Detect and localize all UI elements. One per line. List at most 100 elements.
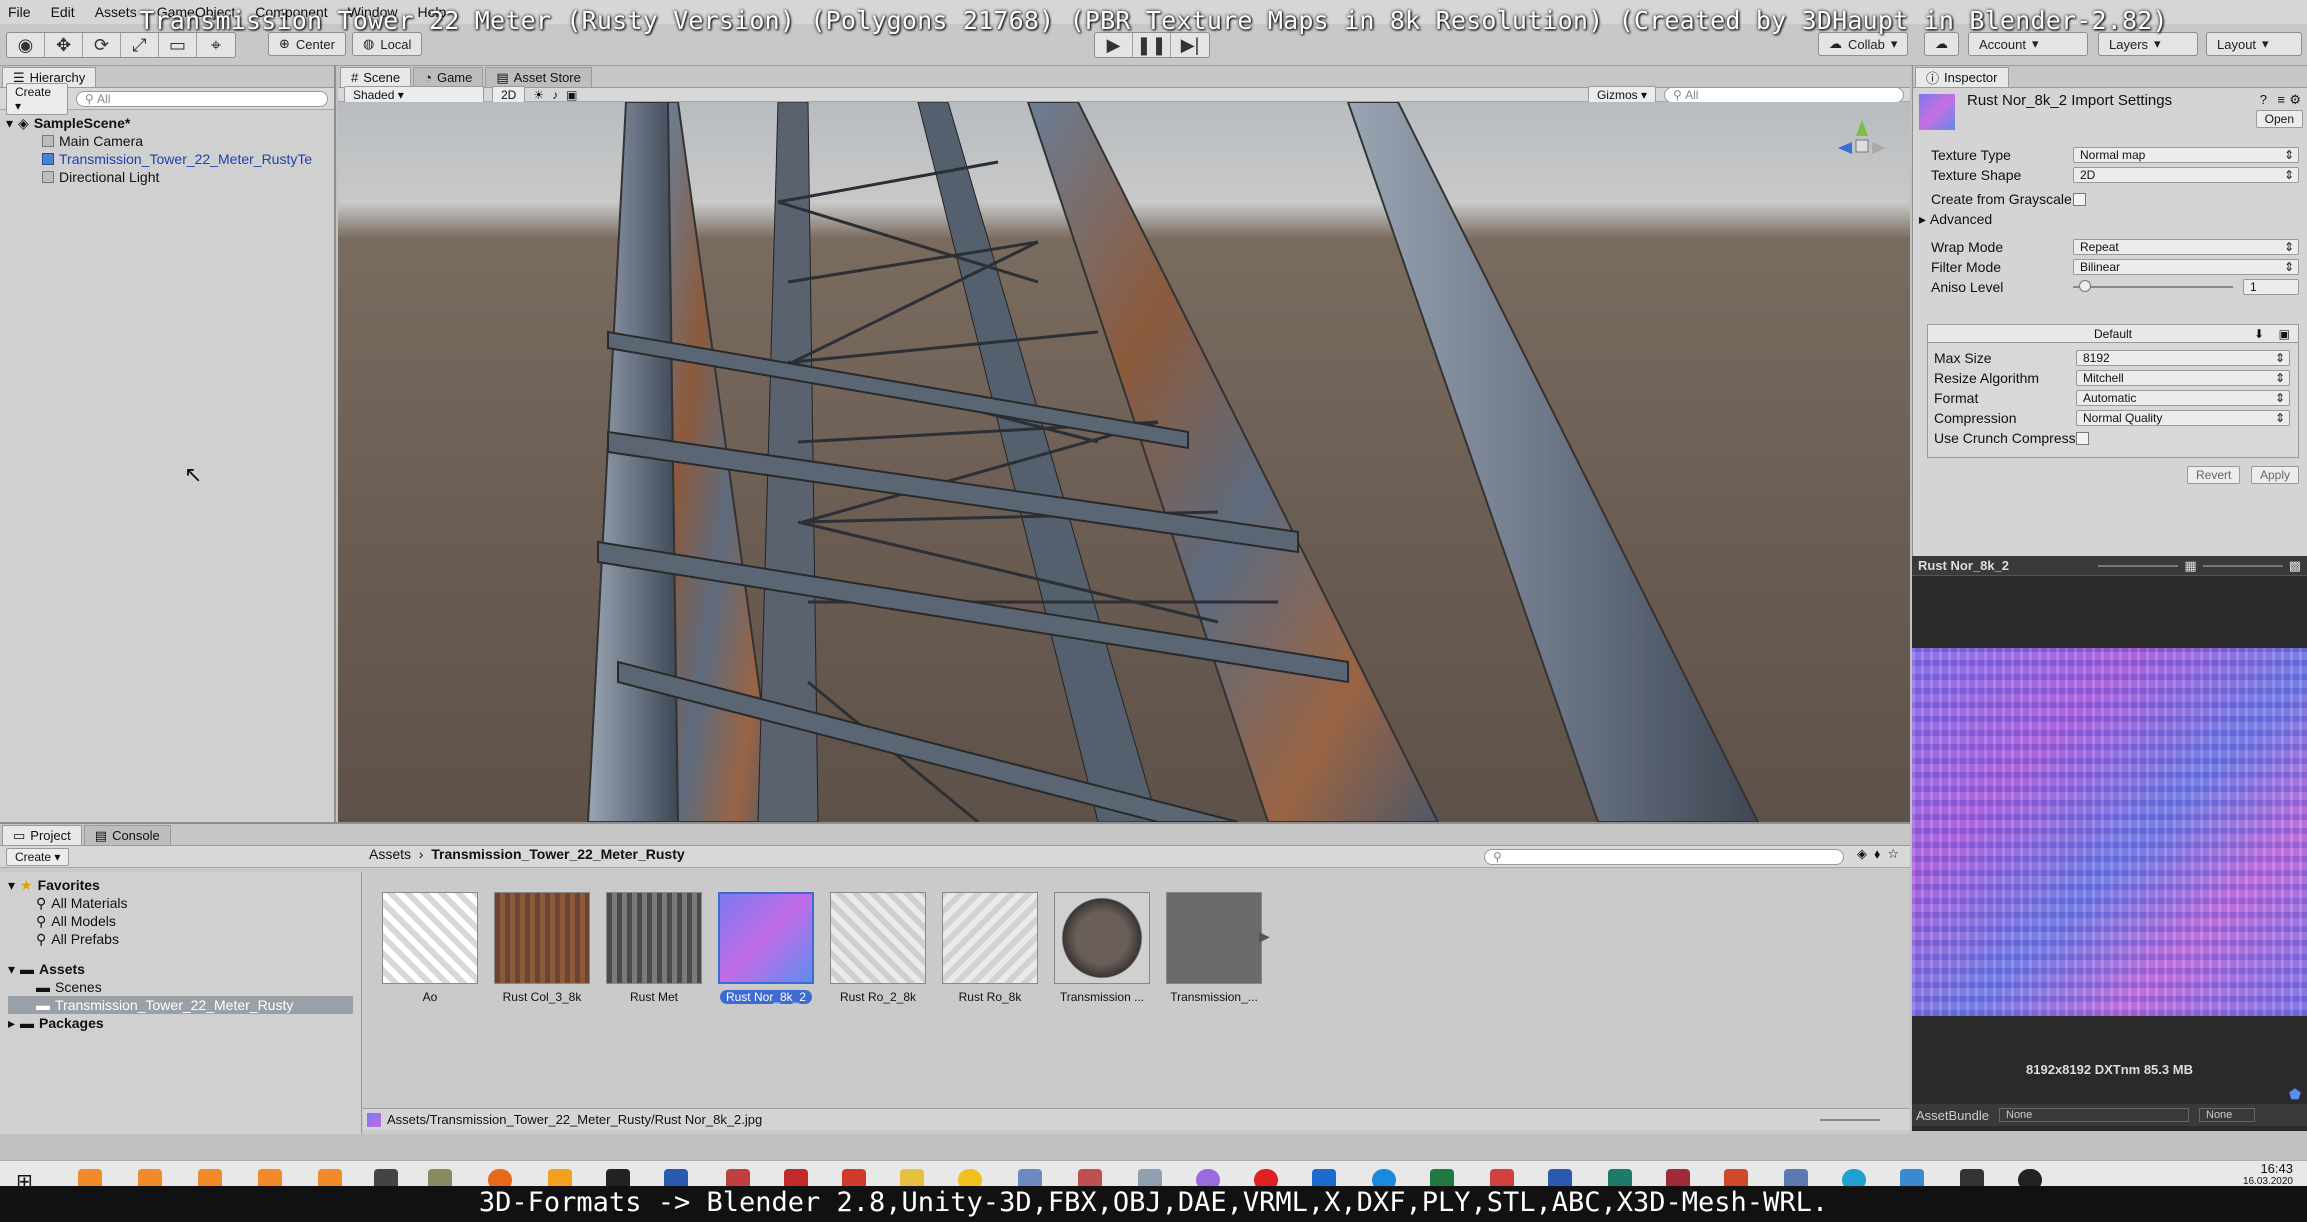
format-select[interactable]: Automatic ⇕ bbox=[2076, 390, 2290, 406]
revert-button[interactable]: Revert bbox=[2187, 466, 2241, 484]
shading-dropdown[interactable]: Shaded ▾ bbox=[344, 85, 484, 104]
hierarchy-item-tower[interactable]: Transmission_Tower_22_Meter_RustyTe bbox=[6, 150, 328, 168]
folder-transmission-tower[interactable]: ▬ Transmission_Tower_22_Meter_Rusty bbox=[8, 996, 353, 1014]
zoom-slider[interactable] bbox=[2202, 564, 2283, 567]
hierarchy-create-button[interactable]: Create ▾ bbox=[6, 82, 68, 115]
scale-tool-icon[interactable]: ⤢ bbox=[121, 33, 159, 57]
scene-root[interactable]: ▾ ◈ SampleScene* bbox=[6, 114, 328, 132]
move-tool-icon[interactable]: ✥ bbox=[45, 33, 83, 57]
layout-dropdown[interactable]: Layout ▾ bbox=[2206, 32, 2302, 56]
tab-game[interactable]: ◔ Game bbox=[413, 67, 484, 87]
rect-tool-icon[interactable]: ▭ bbox=[159, 33, 197, 57]
audio-icon[interactable]: ♪ bbox=[552, 88, 558, 102]
tab-scene[interactable]: # Scene bbox=[340, 67, 412, 87]
compression-select[interactable]: Normal Quality ⇕ bbox=[2076, 410, 2290, 426]
variant-select[interactable]: None bbox=[2199, 1108, 2255, 1122]
open-button[interactable]: Open bbox=[2255, 110, 2303, 128]
favorite-all-models[interactable]: ⚲ All Models bbox=[8, 912, 353, 930]
asset-item[interactable]: Rust Ro_2_8k bbox=[823, 892, 933, 1004]
grayscale-checkbox[interactable] bbox=[2073, 192, 2086, 206]
asset-item[interactable]: Ao bbox=[375, 892, 485, 1004]
advanced-foldout[interactable]: ▸ Advanced bbox=[1919, 210, 2299, 228]
layers-dropdown[interactable]: Layers ▾ bbox=[2098, 32, 2198, 56]
expand-prefab-icon[interactable]: ▶ bbox=[1259, 928, 1270, 945]
image-icon[interactable]: ▣ bbox=[566, 88, 577, 102]
chevron-updown-icon: ⇕ bbox=[2283, 260, 2294, 274]
packages-folder[interactable]: ▸ ▬ Packages bbox=[8, 1014, 353, 1032]
texture-type-select[interactable]: Normal map ⇕ bbox=[2073, 147, 2299, 163]
preset-icon[interactable]: ≡ bbox=[2277, 92, 2285, 107]
aniso-slider[interactable] bbox=[2073, 280, 2233, 292]
asset-item[interactable]: Rust Met bbox=[599, 892, 709, 1004]
asset-item[interactable]: Rust Col_3_8k bbox=[487, 892, 597, 1004]
favorite-all-prefabs[interactable]: ⚲ All Prefabs bbox=[8, 930, 353, 948]
crunch-checkbox[interactable] bbox=[2076, 431, 2089, 445]
light-icon[interactable]: ☀ bbox=[533, 88, 544, 102]
slider-handle[interactable] bbox=[2079, 280, 2091, 292]
tab-project[interactable]: ▭ Project bbox=[2, 825, 82, 845]
account-dropdown[interactable]: Account ▾ bbox=[1968, 32, 2088, 56]
play-icon[interactable]: ▶ bbox=[1095, 33, 1133, 57]
aniso-value-field[interactable]: 1 bbox=[2243, 279, 2299, 295]
tower-leg-far-right bbox=[1346, 102, 1760, 822]
favorite-all-materials[interactable]: ⚲ All Materials bbox=[8, 894, 353, 912]
hand-tool-icon[interactable]: ◉ bbox=[7, 33, 45, 57]
assets-folder[interactable]: ▾ ▬ Assets bbox=[8, 960, 353, 978]
max-size-select[interactable]: 8192 ⇕ bbox=[2076, 350, 2290, 366]
mip-slider[interactable] bbox=[2098, 564, 2179, 567]
gizmos-dropdown[interactable]: Gizmos ▾ bbox=[1587, 85, 1656, 104]
asset-item[interactable]: Transmission_... bbox=[1159, 892, 1269, 1004]
help-icon[interactable]: ? bbox=[2260, 92, 2267, 107]
tag-icon[interactable]: ⬟ bbox=[2289, 1086, 2301, 1103]
platform-tab-default[interactable]: Default ⬇ ▣ bbox=[1928, 325, 2298, 343]
prefab-icon bbox=[42, 153, 54, 165]
orientation-gizmo[interactable] bbox=[1834, 116, 1890, 172]
info-icon: ⓘ bbox=[1926, 71, 1940, 86]
filter-label-icon[interactable]: ⬧ bbox=[1874, 846, 1880, 861]
system-clock[interactable]: 16:43 16.03.2020 bbox=[2243, 1161, 2293, 1187]
hierarchy-panel: ☰ Hierarchy Create ▾ ⚲ All ▾ ◈ SampleScene*… bbox=[0, 66, 336, 822]
scene-viewport[interactable] bbox=[338, 102, 1910, 822]
folder-scenes[interactable]: ▬ Scenes bbox=[8, 978, 353, 996]
asset-thumbnail bbox=[718, 892, 814, 984]
project-create-button[interactable]: Create ▾ bbox=[6, 847, 70, 866]
pivot-toggle[interactable]: ⊕ Center bbox=[268, 32, 346, 56]
collab-button[interactable]: ☁ Collab ▾ bbox=[1818, 32, 1909, 56]
tab-inspector[interactable]: ⓘ Inspector bbox=[1915, 67, 2009, 87]
favorites-folder[interactable]: ▾ ★ Favorites bbox=[8, 876, 353, 894]
pause-icon[interactable]: ❚❚ bbox=[1133, 33, 1171, 57]
tab-console[interactable]: ▤ Console bbox=[83, 825, 171, 845]
star-icon[interactable]: ☆ bbox=[1887, 846, 1899, 861]
asset-item[interactable]: Transmission ... bbox=[1047, 892, 1157, 1004]
html5-icon[interactable]: ▣ bbox=[2279, 325, 2290, 343]
resize-algorithm-select[interactable]: Mitchell ⇕ bbox=[2076, 370, 2290, 386]
asset-item[interactable]: Rust Ro_8k bbox=[935, 892, 1045, 1004]
filter-type-icon[interactable]: ◈ bbox=[1857, 846, 1867, 861]
toggle-2d-button[interactable]: 2D bbox=[492, 85, 526, 104]
space-toggle[interactable]: ◍ Local bbox=[352, 32, 423, 56]
scene-search-input[interactable]: ⚲ All bbox=[1664, 86, 1904, 103]
crunch-row: Use Crunch Compression bbox=[1934, 429, 2290, 447]
gear-icon[interactable]: ⚙ bbox=[2289, 92, 2301, 108]
filter-mode-select[interactable]: Bilinear ⇕ bbox=[2073, 259, 2299, 275]
texture-shape-select[interactable]: 2D ⇕ bbox=[2073, 167, 2299, 183]
apply-button[interactable]: Apply bbox=[2251, 466, 2300, 484]
wrap-mode-select[interactable]: Repeat ⇕ bbox=[2073, 239, 2299, 255]
cloud-button[interactable]: ☁ bbox=[1924, 32, 1959, 56]
tab-asset-store[interactable]: ▤ Asset Store bbox=[485, 67, 592, 87]
asset-label: Rust Ro_8k bbox=[958, 990, 1022, 1004]
download-icon[interactable]: ⬇ bbox=[2254, 325, 2264, 343]
hierarchy-item-main-camera[interactable]: Main Camera bbox=[6, 132, 328, 150]
hierarchy-search-input[interactable]: ⚲ All bbox=[75, 90, 328, 107]
thumbnail-size-slider[interactable] bbox=[1820, 1118, 1880, 1121]
transform-tool-icon[interactable]: ⌖ bbox=[197, 33, 235, 57]
hierarchy-item-directional-light[interactable]: Directional Light bbox=[6, 168, 328, 186]
color-channel-icon[interactable]: ▦ bbox=[2184, 558, 2196, 574]
scene-tabbar: # Scene ◔ Game ▤ Asset Store bbox=[338, 66, 1910, 88]
assetbundle-select[interactable]: None bbox=[1999, 1108, 2189, 1122]
rotate-tool-icon[interactable]: ⟳ bbox=[83, 33, 121, 57]
checker-icon[interactable]: ▩ bbox=[2289, 558, 2301, 574]
step-icon[interactable]: ▶| bbox=[1171, 33, 1209, 57]
asset-item[interactable]: Rust Nor_8k_2 bbox=[711, 892, 821, 1007]
unity-scene-icon: ◈ bbox=[18, 114, 29, 131]
